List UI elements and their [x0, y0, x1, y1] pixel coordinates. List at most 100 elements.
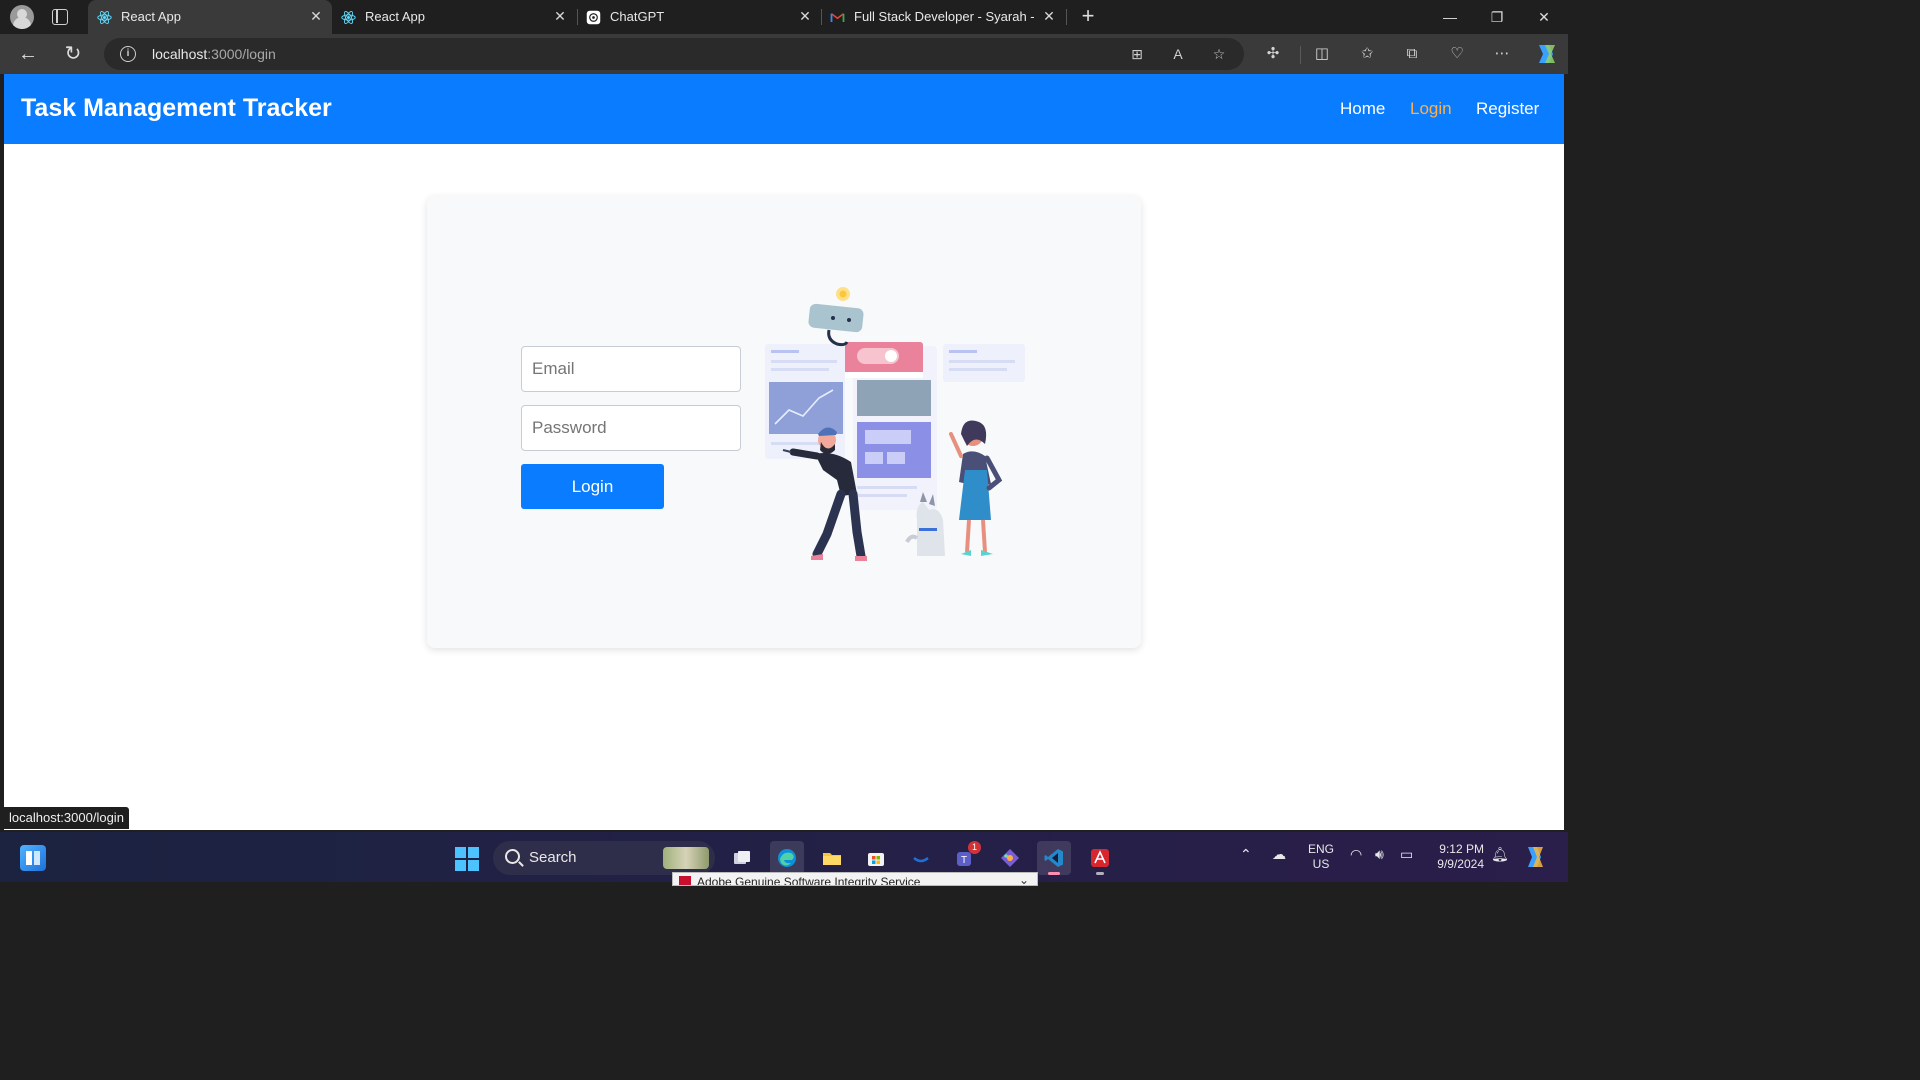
- app-brand[interactable]: Task Management Tracker: [21, 94, 332, 123]
- browser-tab-react-app-2[interactable]: React App ✕: [332, 0, 576, 34]
- copilot-icon[interactable]: [1533, 42, 1559, 66]
- acrobat-icon: [679, 876, 691, 885]
- chatgpt-icon: [586, 10, 601, 25]
- acrobat-icon: [1091, 849, 1109, 867]
- taskbar-teams[interactable]: T 1: [948, 841, 982, 875]
- browser-tab-bar: React App ✕ React App ✕ ChatGPT ✕ Full S…: [0, 0, 1568, 34]
- split-screen-icon[interactable]: ◫: [1312, 44, 1332, 64]
- profile-avatar-icon[interactable]: [10, 5, 34, 29]
- toolbar-divider: [1300, 46, 1301, 64]
- url-path: :3000/login: [207, 46, 276, 62]
- close-tab-icon[interactable]: ✕: [1041, 8, 1057, 24]
- favorite-star-icon[interactable]: ☆: [1210, 45, 1228, 63]
- search-highlight-image: [663, 847, 709, 869]
- task-view-icon: [734, 851, 750, 864]
- read-aloud-icon[interactable]: A: [1169, 45, 1187, 63]
- wifi-icon[interactable]: ◠: [1350, 846, 1362, 863]
- taskbar-store[interactable]: [859, 841, 893, 875]
- clock-time: 9:12 PM: [1439, 842, 1484, 856]
- email-field[interactable]: [521, 346, 741, 392]
- popup-title: Adobe Genuine Software Integrity Service: [697, 875, 921, 886]
- page-viewport: Task Management Tracker Home Login Regis…: [4, 74, 1564, 830]
- active-indicator: [1048, 872, 1060, 875]
- git-icon: [1001, 849, 1019, 867]
- close-tab-icon[interactable]: ✕: [552, 8, 568, 24]
- app-available-icon[interactable]: ⊞: [1128, 45, 1146, 63]
- browser-tab-gmail[interactable]: Full Stack Developer - Syarah - ro ✕: [821, 0, 1065, 34]
- close-tab-icon[interactable]: ✕: [797, 8, 813, 24]
- url-host: localhost: [152, 46, 208, 62]
- taskbar-search[interactable]: Search: [493, 841, 715, 875]
- search-label: Search: [529, 849, 577, 866]
- copilot-icon[interactable]: [1522, 844, 1548, 870]
- taskbar-acrobat[interactable]: [1083, 841, 1117, 875]
- browser-tab-react-app-1[interactable]: React App ✕: [88, 0, 332, 34]
- address-url[interactable]: localhost:3000/login: [152, 46, 276, 62]
- back-icon[interactable]: ←: [16, 42, 40, 66]
- tab-actions-icon[interactable]: [52, 9, 68, 25]
- taskbar-vscode[interactable]: [1037, 841, 1071, 875]
- browser-toolbar: ← ↻ i localhost:3000/login ⊞ A ☆ ✣ ◫ ✩ ⧉…: [0, 34, 1568, 74]
- volume-icon[interactable]: 🔊︎: [1375, 846, 1384, 863]
- show-hidden-icons-icon[interactable]: ⌃: [1240, 846, 1252, 863]
- nav-register-link[interactable]: Register: [1476, 99, 1539, 119]
- notification-badge: 1: [968, 841, 981, 854]
- close-tab-icon[interactable]: ✕: [308, 8, 324, 24]
- collections-icon[interactable]: ⧉: [1402, 44, 1422, 64]
- site-info-icon[interactable]: i: [120, 46, 136, 62]
- system-clock[interactable]: 9:12 PM 9/9/2024: [1426, 842, 1484, 872]
- new-tab-icon[interactable]: +: [1078, 5, 1098, 27]
- store-icon: [868, 853, 884, 866]
- task-management-illustration: [765, 287, 1025, 561]
- folder-icon: [823, 853, 841, 865]
- taskbar-file-explorer[interactable]: [815, 841, 849, 875]
- extensions-icon[interactable]: ✣: [1263, 44, 1283, 64]
- react-icon: [341, 11, 356, 24]
- windows-logo-pane: [468, 860, 479, 871]
- nav-login-link[interactable]: Login: [1410, 99, 1452, 119]
- browser-essentials-icon[interactable]: ♡: [1447, 44, 1467, 64]
- windows-logo-pane: [455, 847, 466, 858]
- vscode-icon: [1044, 849, 1063, 867]
- edge-icon: [778, 849, 796, 867]
- running-indicator: [1096, 872, 1104, 875]
- clock-date: 9/9/2024: [1437, 857, 1484, 871]
- battery-icon[interactable]: ▭: [1400, 846, 1413, 863]
- language-code: ENG: [1307, 842, 1334, 856]
- login-button[interactable]: Login: [521, 464, 664, 509]
- browser-tab-chatgpt[interactable]: ChatGPT ✕: [577, 0, 821, 34]
- restore-icon[interactable]: ❐: [1485, 6, 1509, 28]
- svg-text:T: T: [961, 855, 967, 866]
- notifications-bell-icon[interactable]: 🔔︎: [1491, 846, 1509, 863]
- taskbar-dell[interactable]: [904, 841, 938, 875]
- widgets-icon[interactable]: [20, 845, 46, 871]
- nav-home-link[interactable]: Home: [1340, 99, 1385, 119]
- more-options-icon[interactable]: ⋯: [1492, 44, 1512, 64]
- gmail-icon: [830, 13, 845, 22]
- status-bar-url: localhost:3000/login: [4, 807, 129, 829]
- taskbar-edge[interactable]: [770, 841, 804, 875]
- start-button[interactable]: [455, 847, 479, 871]
- dell-icon: [913, 857, 929, 863]
- react-icon: [97, 11, 112, 24]
- task-view-button[interactable]: [725, 841, 759, 875]
- taskbar-git-client[interactable]: [993, 841, 1027, 875]
- favorites-icon[interactable]: ✩: [1357, 44, 1377, 64]
- chevron-down-icon[interactable]: ⌄: [1019, 873, 1029, 885]
- tab-title: React App: [365, 9, 425, 24]
- windows-logo-pane: [455, 860, 466, 871]
- close-window-icon[interactable]: ✕: [1532, 6, 1556, 28]
- language-indicator[interactable]: ENG US: [1304, 842, 1338, 872]
- robot-head: [808, 303, 864, 333]
- onedrive-offline-icon[interactable]: ☁: [1272, 846, 1286, 863]
- address-bar[interactable]: i localhost:3000/login ⊞ A ☆: [104, 38, 1244, 70]
- adobe-integrity-popup[interactable]: Adobe Genuine Software Integrity Service…: [672, 872, 1038, 886]
- minimize-icon[interactable]: —: [1438, 6, 1462, 28]
- tab-title: Full Stack Developer - Syarah - ro: [854, 9, 1034, 24]
- tab-divider: [1066, 9, 1067, 25]
- refresh-icon[interactable]: ↻: [61, 42, 85, 66]
- tab-title: ChatGPT: [610, 9, 665, 24]
- password-field[interactable]: [521, 405, 741, 451]
- keyboard-region: US: [1312, 857, 1330, 871]
- search-icon: [505, 849, 520, 864]
